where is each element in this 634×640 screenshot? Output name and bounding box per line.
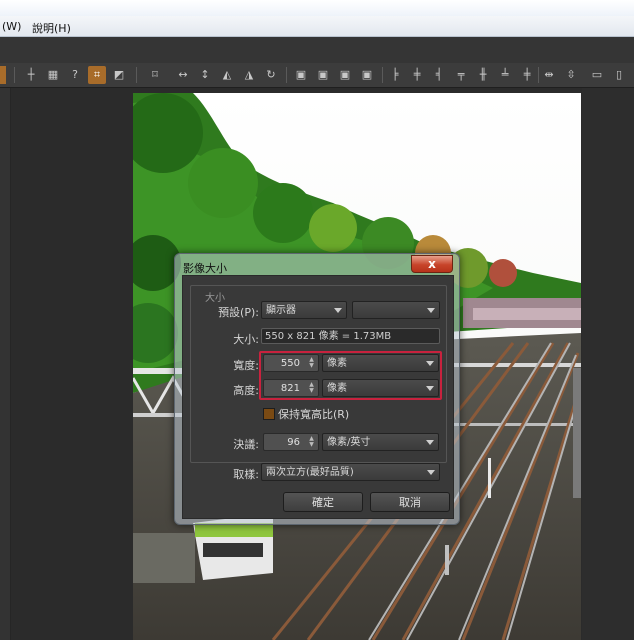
toolbar-separator <box>14 67 15 83</box>
close-icon[interactable]: x <box>411 255 453 273</box>
menu-bar: (W) 說明(H) <box>0 16 634 37</box>
chevron-down-icon <box>427 470 435 475</box>
preset-select-value: 顯示器 <box>266 305 296 316</box>
height-label: 高度: <box>233 384 259 397</box>
rotate-left-icon[interactable]: ◭ <box>218 66 236 84</box>
menu-item-window[interactable]: (W) <box>2 20 21 33</box>
ok-button[interactable]: 確定 <box>283 492 363 512</box>
keep-ratio-checkbox[interactable] <box>263 408 275 420</box>
toolbar-separator <box>538 67 539 83</box>
dialog-title: 影像大小 <box>183 262 227 275</box>
right-panel <box>582 88 634 640</box>
rotate-right-icon[interactable]: ◮ <box>240 66 258 84</box>
preset-label: 預設(P): <box>218 306 259 319</box>
align-middle-icon[interactable]: ╫ <box>474 66 492 84</box>
size-group-label: 大小 <box>203 289 227 304</box>
distribute-h-icon[interactable]: ⇹ <box>540 66 558 84</box>
toolbar-separator <box>382 67 383 83</box>
rotate-180-icon[interactable]: ↻ <box>262 66 280 84</box>
frame-icon[interactable]: ┼ <box>22 66 40 84</box>
distribute-v-icon[interactable]: ⇳ <box>562 66 580 84</box>
toolbar-separator <box>286 67 287 83</box>
dialog-body: 大小 預設(P): 顯示器 大小: 550 x 821 像素 = 1.73MB … <box>182 275 454 519</box>
question-grid-icon[interactable]: ? <box>66 66 84 84</box>
image-size-dialog: 影像大小 x 大小 預設(P): 顯示器 大小: 550 x 821 像素 = … <box>174 253 460 525</box>
toolbar: ┼ ▦ ? ⌗ ◩ ⌑ ↔ ↕ ◭ ◮ ↻ ▣ ▣ ▣ ▣ ╞ ╪ ╡ ╤ ╫ … <box>0 63 634 88</box>
straighten-icon[interactable]: ◩ <box>110 66 128 84</box>
tab-strip <box>0 37 634 64</box>
rectangle-tool-icon[interactable]: ▦ <box>44 66 62 84</box>
align-2-icon[interactable]: ▣ <box>314 66 332 84</box>
resolution-unit-select[interactable]: 像素/英寸 <box>322 433 439 451</box>
align-bottom-icon[interactable]: ╧ <box>496 66 514 84</box>
align-top-icon[interactable]: ╤ <box>452 66 470 84</box>
resample-value: 兩次立方(最好品質) <box>266 467 354 478</box>
crop-icon[interactable]: ⌗ <box>88 66 106 84</box>
left-panel <box>0 88 11 640</box>
resample-select[interactable]: 兩次立方(最好品質) <box>261 463 440 481</box>
width-label: 寬度: <box>233 359 259 372</box>
align-4-icon[interactable]: ▣ <box>358 66 376 84</box>
align-left-icon[interactable]: ╞ <box>386 66 404 84</box>
align-3-icon[interactable]: ▣ <box>336 66 354 84</box>
align-right-icon[interactable]: ╡ <box>430 66 448 84</box>
resample-label: 取樣: <box>233 468 259 481</box>
resolution-value: 96 <box>287 437 300 448</box>
flip-vertical-icon[interactable]: ↕ <box>196 66 214 84</box>
size-readout: 550 x 821 像素 = 1.73MB <box>261 328 440 344</box>
resolution-label: 決議: <box>233 438 259 451</box>
keep-ratio-label[interactable]: 保持寬高比(R) <box>278 406 349 422</box>
flip-horizontal-icon[interactable]: ↔ <box>174 66 192 84</box>
width-height-highlight <box>259 351 442 400</box>
more-icon[interactable]: ▯ <box>610 66 628 84</box>
chevron-down-icon <box>426 440 434 445</box>
toolbar-separator <box>136 67 137 83</box>
align-center-icon[interactable]: ╪ <box>408 66 426 84</box>
cancel-button[interactable]: 取消 <box>370 492 450 512</box>
size-label: 大小: <box>233 333 259 346</box>
align-1-icon[interactable]: ▣ <box>292 66 310 84</box>
resolution-spinner-icon[interactable]: ▲ ▼ <box>308 436 315 448</box>
preset-sub-select[interactable] <box>352 301 440 319</box>
distribute-icon[interactable]: ╪ <box>518 66 536 84</box>
chevron-down-icon <box>334 308 342 313</box>
menu-item-help[interactable]: 說明(H) <box>32 20 71 36</box>
preset-select[interactable]: 顯示器 <box>261 301 347 319</box>
fit-icon[interactable]: ▭ <box>588 66 606 84</box>
resolution-input[interactable]: 96 ▲ ▼ <box>263 433 319 451</box>
chevron-down-icon <box>427 308 435 313</box>
transform-icon[interactable]: ⌑ <box>146 66 164 84</box>
window-title-bar <box>0 0 634 16</box>
resolution-unit-value: 像素/英寸 <box>327 437 371 448</box>
panel-toggle-icon[interactable] <box>0 66 6 84</box>
